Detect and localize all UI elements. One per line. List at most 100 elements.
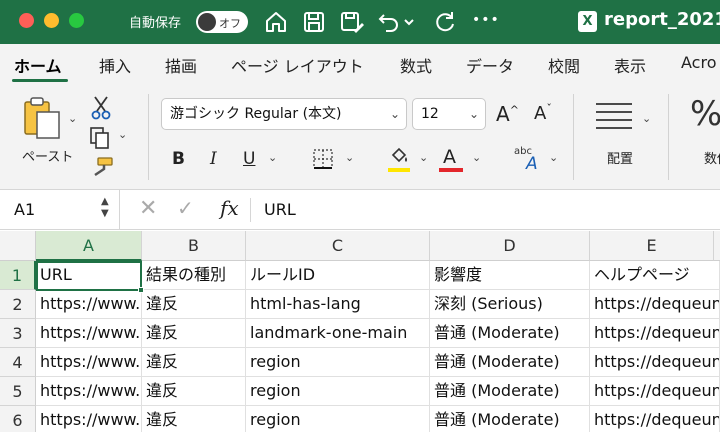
cell-a4[interactable]: https://www. [36,348,142,377]
save-icon[interactable] [301,9,327,35]
bold-button[interactable]: B [172,149,185,169]
font-color-button[interactable]: A [443,146,456,168]
redo-icon[interactable] [432,9,458,35]
format-painter-icon[interactable] [90,156,114,178]
name-box[interactable]: A1 ▲ ▼ [0,190,120,229]
shrink-font-button[interactable]: Aˇ [534,102,552,124]
grow-font-button[interactable]: A^ [496,102,519,126]
cell-e3[interactable]: https://dequeun [590,319,720,348]
borders-chevron-down-icon[interactable]: ⌄ [345,151,354,164]
select-all-corner[interactable] [0,231,36,261]
tab-home[interactable]: ホーム [14,53,62,77]
grow-font-letter: A [496,102,510,126]
cell-c4[interactable]: region [246,348,430,377]
confirm-entry-icon[interactable]: ✓ [177,196,194,220]
phonetic-chevron-down-icon[interactable]: ⌄ [549,151,558,164]
cell-b6[interactable]: 違反 [142,406,246,432]
paste-icon[interactable] [22,96,64,142]
tab-data[interactable]: データ [466,53,514,77]
cell-e2[interactable]: https://dequeun [590,290,720,319]
cell-a2[interactable]: https://www. [36,290,142,319]
column-header-e[interactable]: E [590,231,714,261]
tab-insert[interactable]: 挿入 [99,53,131,77]
cell-a5[interactable]: https://www. [36,377,142,406]
autosave-toggle[interactable]: オフ [196,11,248,33]
percent-icon[interactable]: % [690,94,720,134]
paste-chevron-down-icon[interactable]: ⌄ [68,112,77,125]
tab-acrobat[interactable]: Acro [681,53,716,72]
number-label[interactable]: 数値 [704,148,720,167]
undo-chevron-down-icon[interactable] [402,9,416,35]
cell-e5[interactable]: https://dequeun [590,377,720,406]
tab-draw[interactable]: 描画 [165,53,197,77]
underline-chevron-down-icon[interactable]: ⌄ [268,151,277,164]
stepper-arrows-icon[interactable]: ▲ ▼ [101,196,109,220]
alignment-label[interactable]: 配置 [607,148,633,167]
cell-d1[interactable]: 影響度 [430,261,590,290]
italic-button[interactable]: I [210,149,217,169]
cell-c1[interactable]: ルールID [246,261,430,290]
cell-d3[interactable]: 普通 (Moderate) [430,319,590,348]
home-icon[interactable] [263,9,289,35]
column-header-a[interactable]: A [36,231,142,261]
tab-review[interactable]: 校閲 [548,53,580,77]
cell-e4[interactable]: https://dequeun [590,348,720,377]
phonetic-icon[interactable]: A [526,154,538,174]
row-header-4[interactable]: 4 [0,348,36,377]
cell-e6[interactable]: https://dequeun [590,406,720,432]
cell-c6[interactable]: region [246,406,430,432]
row-header-2[interactable]: 2 [0,290,36,319]
font-name-dropdown[interactable]: 游ゴシック Regular (本文) ⌄ [161,98,407,130]
cut-icon[interactable] [90,94,112,120]
row-header-5[interactable]: 5 [0,377,36,406]
minimize-window-button[interactable] [44,13,59,28]
save-as-icon[interactable] [339,9,365,35]
underline-button[interactable]: U [243,149,255,169]
fill-color-icon[interactable] [388,146,410,166]
cell-a6[interactable]: https://www. [36,406,142,432]
cell-b1[interactable]: 結果の種別 [142,261,246,290]
fill-handle[interactable] [138,287,144,293]
cell-c3[interactable]: landmark-one-main [246,319,430,348]
font-color-chevron-down-icon[interactable]: ⌄ [472,151,481,164]
tab-formulas[interactable]: 数式 [400,53,432,77]
row-header-3[interactable]: 3 [0,319,36,348]
row-header-6[interactable]: 6 [0,406,36,432]
column-header-d[interactable]: D [430,231,590,261]
fill-color-chevron-down-icon[interactable]: ⌄ [419,151,428,164]
chevron-down-icon: ⌄ [468,107,479,121]
cell-e1[interactable]: ヘルプページ [590,261,720,290]
close-window-button[interactable] [19,13,34,28]
column-header-c[interactable]: C [246,231,430,261]
document-title: report_20210 [604,9,720,30]
cell-d2[interactable]: 深刻 (Serious) [430,290,590,319]
paste-label[interactable]: ペースト [22,146,73,165]
column-header-f[interactable] [714,231,720,261]
tab-page-layout[interactable]: ページ レイアウト [231,53,364,77]
cell-a3[interactable]: https://www. [36,319,142,348]
cell-d5[interactable]: 普通 (Moderate) [430,377,590,406]
cell-b2[interactable]: 違反 [142,290,246,319]
insert-function-icon[interactable]: fx [220,196,239,220]
row-header-1[interactable]: 1 [0,261,36,290]
alignment-chevron-down-icon[interactable]: ⌄ [642,112,651,125]
cell-c5[interactable]: region [246,377,430,406]
more-icon[interactable]: ••• [472,12,500,28]
cell-d6[interactable]: 普通 (Moderate) [430,406,590,432]
font-size-dropdown[interactable]: 12 ⌄ [412,98,486,130]
formula-input[interactable]: URL [264,200,296,219]
cell-b3[interactable]: 違反 [142,319,246,348]
cell-d4[interactable]: 普通 (Moderate) [430,348,590,377]
cell-b5[interactable]: 違反 [142,377,246,406]
column-header-b[interactable]: B [142,231,246,261]
copy-icon[interactable] [88,126,112,150]
tab-view[interactable]: 表示 [614,53,646,77]
cell-b4[interactable]: 違反 [142,348,246,377]
cell-c2[interactable]: html-has-lang [246,290,430,319]
copy-chevron-down-icon[interactable]: ⌄ [118,128,127,141]
borders-icon[interactable] [312,148,334,170]
undo-icon[interactable] [376,9,402,35]
zoom-window-button[interactable] [69,13,84,28]
alignment-icon[interactable] [594,100,634,132]
cancel-entry-icon[interactable]: ✕ [139,196,157,221]
